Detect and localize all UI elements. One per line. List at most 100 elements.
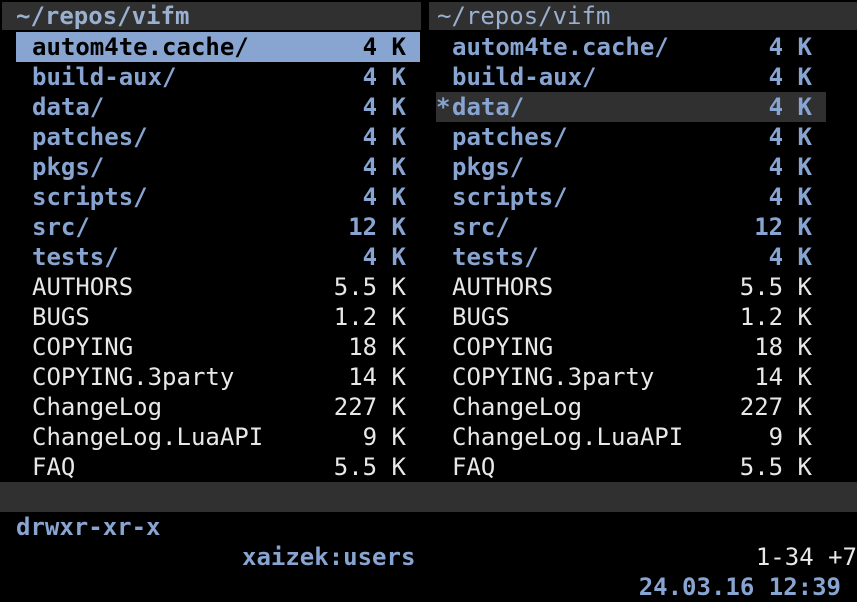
entry-name: build-aux/ (452, 63, 597, 91)
directory-entry[interactable]: build-aux/4 K (436, 62, 826, 92)
file-entry[interactable]: COPYING 18 K (16, 332, 420, 362)
file-entry[interactable]: AUTHORS 5.5 K (436, 272, 826, 302)
entry-size: 227 K (333, 393, 406, 421)
entry-size: 4 K (768, 33, 812, 61)
left-pane-path: ~/repos/vifm (2, 2, 421, 30)
entry-name: COPYING.3party (32, 363, 235, 391)
entry-size: 4 K (768, 183, 812, 211)
command-line[interactable]: 1-34 +7 (0, 512, 857, 571)
file-entry[interactable]: COPYING.3party 14 K (16, 362, 420, 392)
file-entry[interactable]: FAQ 5.5 K (16, 452, 420, 482)
file-owner: xaizek:users (242, 543, 416, 571)
entry-name: data/ (32, 93, 105, 121)
entry-name: src/ (452, 213, 510, 241)
entry-size: 5.5 K (739, 273, 812, 301)
directory-entry[interactable]: scripts/4 K (16, 182, 420, 212)
directory-entry[interactable]: scripts/4 K (436, 182, 826, 212)
entry-name: pkgs/ (452, 153, 525, 181)
entry-name: FAQ (452, 453, 496, 481)
entry-name: ChangeLog (32, 393, 163, 421)
entry-name: patches/ (452, 123, 568, 151)
entry-size: 4 K (362, 243, 406, 271)
entry-size: 4 K (768, 153, 812, 181)
file-entry[interactable]: ChangeLog.LuaAPI 9 K (16, 422, 420, 452)
entry-size: 18 K (348, 333, 406, 361)
entry-size: 1.2 K (739, 303, 812, 331)
entry-size: 4 K (362, 63, 406, 91)
directory-entry[interactable]: src/12 K (16, 212, 420, 242)
entry-size: 4 K (362, 123, 406, 151)
entry-size: 9 K (768, 423, 812, 451)
file-datetime: 24.03.16 12:39 (638, 573, 841, 601)
file-entry[interactable]: ChangeLog 227 K (436, 392, 826, 422)
entry-name: scripts/ (32, 183, 148, 211)
entry-size: 4 K (362, 183, 406, 211)
selection-mark: * (436, 93, 451, 121)
right-pane: ~/repos/vifm autom4te.cache/4 Kbuild-aux… (425, 0, 857, 482)
entry-name: COPYING (452, 333, 554, 361)
entry-name: scripts/ (452, 183, 568, 211)
entry-name: FAQ (32, 453, 76, 481)
entry-size: 1.2 K (333, 303, 406, 331)
entry-size: 18 K (754, 333, 812, 361)
entry-size: 14 K (754, 363, 812, 391)
entry-size: 227 K (739, 393, 812, 421)
list-position: 1-34 +7 (755, 543, 857, 571)
entry-size: 5.5 K (333, 453, 406, 481)
directory-entry[interactable]: pkgs/4 K (436, 152, 826, 182)
entry-size: 12 K (754, 213, 812, 241)
entry-name: COPYING.3party (452, 363, 655, 391)
directory-entry[interactable]: * data/4 K (436, 92, 826, 122)
entry-name: tests/ (32, 243, 119, 271)
entry-name: BUGS (32, 303, 90, 331)
entry-size: 9 K (362, 423, 406, 451)
entry-size: 4 K (362, 153, 406, 181)
file-entry[interactable]: COPYING 18 K (436, 332, 826, 362)
entry-name: data/ (452, 93, 525, 121)
entry-size: 4 K (768, 93, 812, 121)
directory-entry[interactable]: patches/4 K (16, 122, 420, 152)
entry-name: autom4te.cache/ (32, 33, 249, 61)
entry-name: patches/ (32, 123, 148, 151)
file-entry[interactable]: ChangeLog 227 K (16, 392, 420, 422)
directory-entry[interactable]: autom4te.cache/4 K (436, 32, 826, 62)
entry-size: 5.5 K (739, 453, 812, 481)
entry-size: 4 K (768, 63, 812, 91)
entry-name: ChangeLog.LuaAPI (32, 423, 264, 451)
entry-name: ChangeLog (452, 393, 583, 421)
entry-size: 4 K (768, 123, 812, 151)
directory-entry[interactable]: build-aux/4 K (16, 62, 420, 92)
entry-size: 12 K (348, 213, 406, 241)
entry-size: 4 K (768, 243, 812, 271)
file-entry[interactable]: ChangeLog.LuaAPI 9 K (436, 422, 826, 452)
entry-name: ChangeLog.LuaAPI (452, 423, 684, 451)
directory-entry[interactable]: data/4 K (16, 92, 420, 122)
entry-size: 5.5 K (333, 273, 406, 301)
entry-name: AUTHORS (32, 273, 134, 301)
directory-entry[interactable]: patches/4 K (436, 122, 826, 152)
entry-name: BUGS (452, 303, 510, 331)
entry-name: autom4te.cache/ (452, 33, 669, 61)
file-entry[interactable]: COPYING.3party 14 K (436, 362, 826, 392)
entry-name: pkgs/ (32, 153, 105, 181)
left-pane: ~/repos/vifm autom4te.cache/4 Kbuild-aux… (0, 0, 425, 482)
file-entry[interactable]: AUTHORS 5.5 K (16, 272, 420, 302)
file-entry[interactable]: BUGS 1.2 K (436, 302, 826, 332)
entry-name: AUTHORS (452, 273, 554, 301)
directory-entry[interactable]: pkgs/4 K (16, 152, 420, 182)
right-pane-path: ~/repos/vifm (429, 2, 857, 30)
entry-size: 4 K (362, 93, 406, 121)
entry-name: build-aux/ (32, 63, 177, 91)
directory-entry[interactable]: autom4te.cache/4 K (16, 32, 420, 62)
entry-size: 14 K (348, 363, 406, 391)
entry-name: tests/ (452, 243, 539, 271)
file-entry[interactable]: FAQ 5.5 K (436, 452, 826, 482)
file-entry[interactable]: BUGS 1.2 K (16, 302, 420, 332)
directory-entry[interactable]: tests/4 K (436, 242, 826, 272)
directory-entry[interactable]: src/12 K (436, 212, 826, 242)
directory-entry[interactable]: tests/4 K (16, 242, 420, 272)
entry-name: COPYING (32, 333, 134, 361)
entry-name: src/ (32, 213, 90, 241)
status-bar: drwxr-xr-x xaizek:users 24.03.16 12:39 (0, 482, 857, 601)
entry-size: 4 K (362, 33, 406, 61)
